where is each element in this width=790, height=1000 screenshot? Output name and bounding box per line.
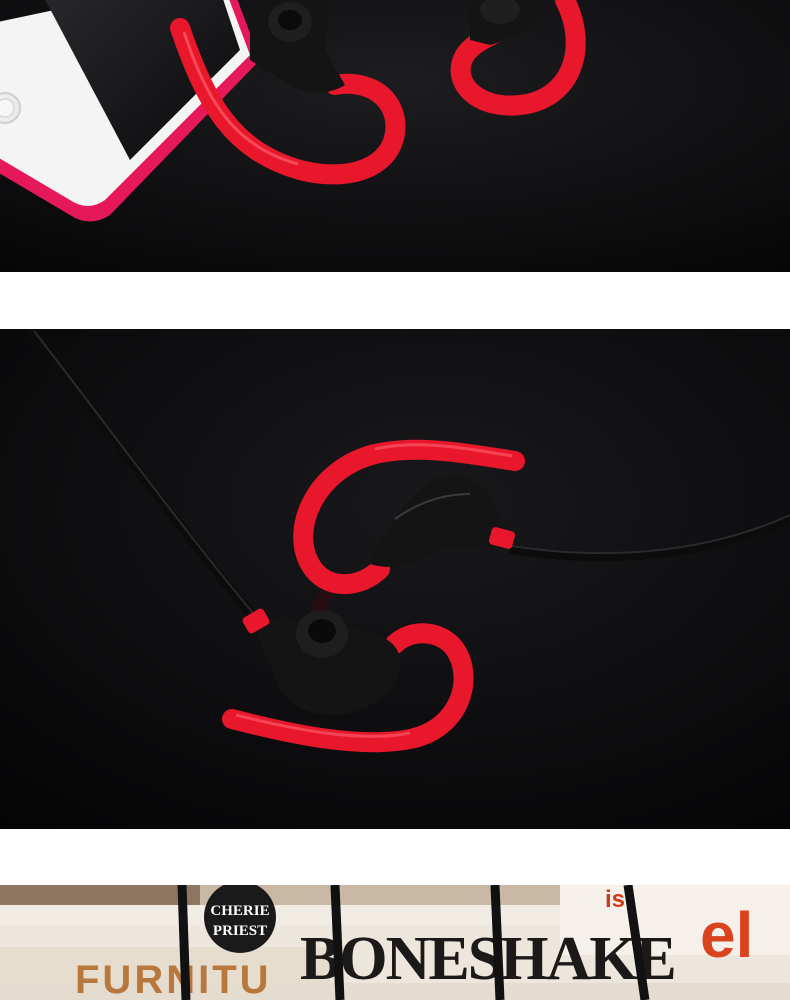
spacer <box>0 272 790 329</box>
spacer <box>0 829 790 885</box>
book-title-right-fragment: el <box>700 899 753 971</box>
author-badge-line2: PRIEST <box>213 923 267 939</box>
book-title-big: BONESHAKE <box>300 925 675 993</box>
earphones-with-phone-photo <box>0 0 790 272</box>
book-title-left: FURNITU <box>75 958 272 1000</box>
earphones-on-books-photo: CHERIE PRIEST BONESHAKE FURNITU el is! <box>0 885 790 1000</box>
author-badge-line1: CHERIE <box>210 903 269 919</box>
earphones-pair-photo <box>0 329 790 829</box>
